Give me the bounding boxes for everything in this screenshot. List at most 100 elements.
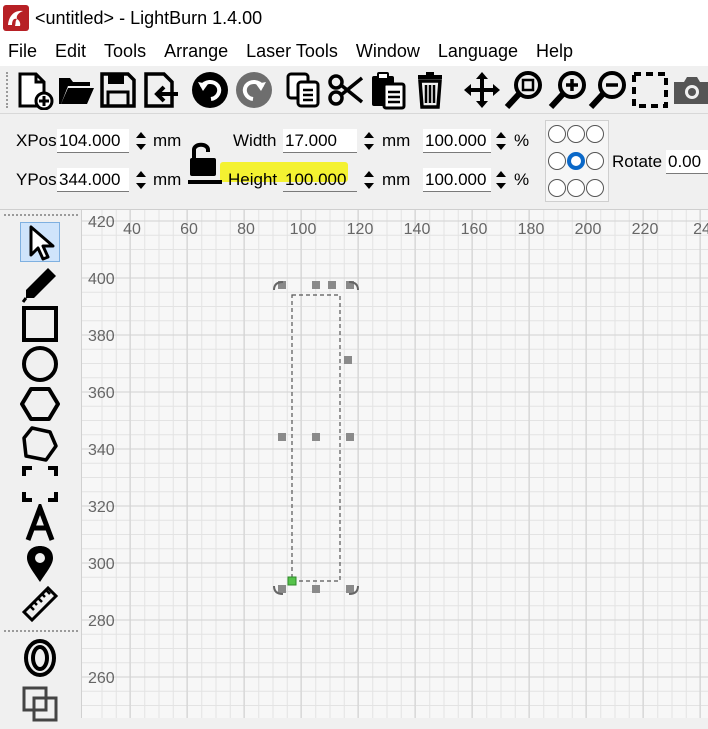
ellipse-icon[interactable]: [20, 344, 60, 384]
frame-selection-icon[interactable]: [630, 70, 670, 110]
rotate-label: Rotate: [612, 152, 663, 171]
xpos-spinner[interactable]: [134, 129, 148, 153]
lightburn-logo-icon: [3, 5, 29, 31]
menu-file[interactable]: File: [6, 41, 37, 62]
copy-icon[interactable]: [284, 70, 324, 110]
height-percent-input[interactable]: [423, 168, 491, 192]
width-input[interactable]: [283, 129, 357, 153]
xpos-label: XPos: [16, 131, 57, 150]
anchor-bottom-center[interactable]: [567, 179, 585, 197]
y-axis-tick-label: 420: [88, 214, 115, 231]
x-axis-tick-label: 24: [693, 221, 708, 238]
lock-aspect-icon[interactable]: [186, 140, 224, 186]
redo-icon[interactable]: [234, 70, 274, 110]
zoom-fit-icon[interactable]: [504, 70, 544, 110]
menu-laser-tools[interactable]: Laser Tools: [244, 41, 338, 62]
y-axis-tick-label: 300: [88, 556, 115, 573]
select-arrow-icon[interactable]: [20, 222, 60, 262]
main-toolbar: [0, 66, 708, 114]
text-icon[interactable]: [20, 500, 60, 544]
resize-handle: [278, 585, 286, 593]
resize-handle: [312, 585, 320, 593]
toolbar-grip[interactable]: [6, 72, 10, 108]
menu-help[interactable]: Help: [534, 41, 573, 62]
width-spinner[interactable]: [362, 129, 376, 153]
x-axis-tick-label: 140: [404, 221, 431, 238]
tools-grip[interactable]: [4, 214, 78, 218]
height-label: Height: [228, 170, 278, 189]
anchor-top-center[interactable]: [567, 125, 585, 143]
resize-handle: [346, 433, 354, 441]
window-title: <untitled> - LightBurn 1.4.00: [35, 7, 263, 28]
measure-icon[interactable]: [20, 584, 60, 624]
anchor-middle-left[interactable]: [548, 152, 566, 170]
ypos-input[interactable]: [57, 168, 129, 192]
x-axis-tick-label: 200: [575, 221, 602, 238]
open-folder-icon[interactable]: [56, 70, 96, 110]
menu-edit[interactable]: Edit: [53, 41, 86, 62]
y-axis-tick-label: 260: [88, 670, 115, 687]
pen-icon[interactable]: [20, 264, 60, 304]
move-icon[interactable]: [462, 70, 502, 110]
x-axis-tick-label: 160: [461, 221, 488, 238]
resize-handle: [278, 433, 286, 441]
menu-window[interactable]: Window: [354, 41, 420, 62]
design-canvas[interactable]: 40 60 80 100 120 140 160 180 200 220 24 420 400 380 36…: [82, 210, 708, 718]
menu-tools[interactable]: Tools: [102, 41, 146, 62]
height-percent-spinner[interactable]: [494, 168, 508, 192]
trace-frame-icon[interactable]: [20, 464, 60, 504]
polygon-icon[interactable]: [20, 384, 60, 424]
xpos-unit: mm: [153, 131, 182, 150]
delete-icon[interactable]: [410, 70, 450, 110]
x-axis-tick-label: 80: [237, 221, 255, 238]
ypos-spinner[interactable]: [134, 168, 148, 192]
x-axis-tick-label: 120: [347, 221, 374, 238]
camera-icon[interactable]: [672, 70, 708, 110]
y-axis-tick-label: 320: [88, 499, 115, 516]
anchor-center[interactable]: [567, 152, 585, 170]
width-unit: mm: [382, 131, 411, 150]
tools-sidebar: [0, 210, 82, 722]
width-percent-input[interactable]: [423, 129, 491, 153]
y-axis-tick-label: 360: [88, 385, 115, 402]
resize-handle: [328, 281, 336, 289]
anchor-top-left[interactable]: [548, 125, 566, 143]
x-axis-tick-label: 220: [632, 221, 659, 238]
anchor-middle-right[interactable]: [586, 152, 604, 170]
width-label: Width: [233, 131, 277, 150]
anchor-top-right[interactable]: [586, 125, 604, 143]
width-percent-spinner[interactable]: [494, 129, 508, 153]
position-laser-icon[interactable]: [20, 544, 60, 584]
new-file-icon[interactable]: [14, 70, 54, 111]
ypos-label: YPos: [16, 170, 57, 189]
zoom-out-icon[interactable]: [588, 70, 628, 110]
height-input[interactable]: [283, 168, 357, 192]
offset-icon[interactable]: [20, 638, 60, 678]
y-axis-tick-label: 400: [88, 271, 115, 288]
y-axis-tick-label: 280: [88, 613, 115, 630]
resize-handle: [346, 585, 354, 593]
weld-icon[interactable]: [20, 684, 60, 724]
resize-handle: [312, 433, 320, 441]
height-percent-sign: %: [514, 170, 530, 189]
import-icon[interactable]: [140, 70, 180, 110]
rectangle-icon[interactable]: [20, 304, 60, 344]
menu-arrange[interactable]: Arrange: [162, 41, 228, 62]
anchor-bottom-right[interactable]: [586, 179, 604, 197]
undo-icon[interactable]: [190, 70, 230, 110]
cut-icon[interactable]: [326, 70, 366, 110]
save-icon[interactable]: [98, 70, 138, 110]
x-axis-tick-label: 100: [290, 221, 317, 238]
anchor-point-selector: [545, 120, 609, 202]
y-axis-tick-label: 380: [88, 328, 115, 345]
x-axis-tick-label: 180: [518, 221, 545, 238]
zoom-in-icon[interactable]: [548, 70, 588, 110]
xpos-input[interactable]: [57, 129, 129, 153]
edit-nodes-icon[interactable]: [20, 424, 60, 464]
anchor-bottom-left[interactable]: [548, 179, 566, 197]
menu-language[interactable]: Language: [436, 41, 518, 62]
paste-icon[interactable]: [368, 70, 408, 110]
height-spinner[interactable]: [362, 168, 376, 192]
width-percent-sign: %: [514, 131, 530, 150]
rotate-input[interactable]: [666, 150, 708, 174]
